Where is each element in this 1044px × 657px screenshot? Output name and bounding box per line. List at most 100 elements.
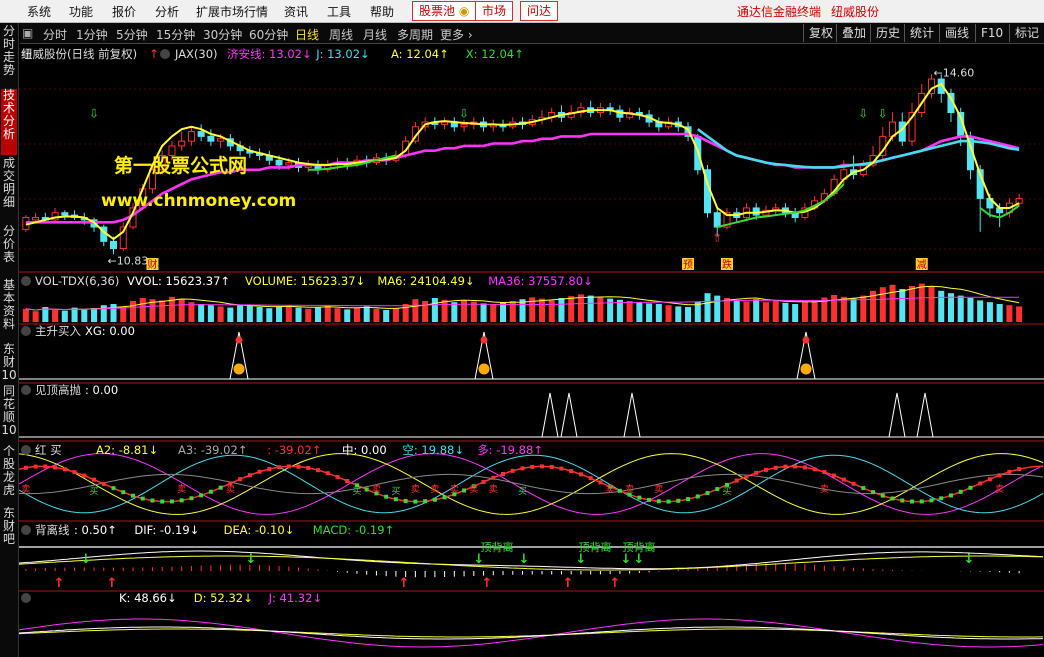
osc-dot [325,471,330,476]
period-more[interactable]: 更多 › [440,26,473,43]
btn-f10[interactable]: F10 [975,24,1008,42]
stock-pool-label: 股票池 [419,4,456,18]
volume-bar [237,304,244,322]
volume-bar [762,302,769,322]
volume-bar [850,298,857,322]
side-tab-ths10[interactable]: 同花顺10 [1,385,17,443]
osc-dot [247,473,252,478]
period-weekly[interactable]: 周线 [329,26,353,43]
osc-dot [423,499,428,504]
chevron-right-icon: › [467,28,473,42]
period-multi[interactable]: 多周期 [397,26,433,43]
top-spike [888,392,906,438]
main-indicator: JAX(30) [174,47,218,61]
top-spike [623,392,641,438]
period-intraday[interactable]: 分时 [43,26,67,43]
app-brand: 通达信金融终端 [737,5,822,19]
volume-bar [198,304,205,322]
volume-bar [353,307,360,322]
side-tab-technical[interactable]: 技术分析 [1,89,17,155]
osc-dot [82,473,87,478]
osc-dot [686,497,691,502]
menu-analysis[interactable]: 分析 [155,3,179,20]
volume-bar [480,303,487,322]
period-60min[interactable]: 60分钟 [249,26,288,43]
side-tab-eastmoney10[interactable]: 东财10 [1,343,17,383]
menu-tools[interactable]: 工具 [327,3,351,20]
menu-help[interactable]: 帮助 [370,3,394,20]
osc-dot [978,481,983,486]
wenda-button[interactable]: 问达 [520,1,559,21]
side-tab-trades[interactable]: 成交明细 [1,157,17,223]
side-tab-dragon-tiger[interactable]: 个股龙虎 [1,445,17,505]
btn-adjust[interactable]: 复权 [803,24,838,42]
event-label: 预 [683,259,693,271]
osc-dot [393,497,398,502]
period-monthly[interactable]: 月线 [363,26,387,43]
buy-flag-icon [478,363,490,375]
watermark: 第一股票公式网 www.chnmoney.com [101,154,296,211]
volume-bar [422,301,429,322]
osc-red-line [19,465,1043,503]
candle-body [61,212,69,216]
menu-extended-market[interactable]: 扩展市场行情 [196,3,268,20]
osc-dot [666,499,671,504]
event-label: 跌 [722,258,732,271]
osc-dot [783,464,788,469]
top-menu-icon [21,385,31,395]
chart-canvas[interactable]: ←14.60←10.83⇩ ⇩ ⇩ ⇩⇧财预跌减 卖买卖卖买卖买卖卖卖卖卖买卖卖卖买卖… [19,44,1044,657]
kdj-panel [19,618,1044,648]
main-legend-item: X: 12.04↑ [466,47,524,61]
macd-arrow-icon: ↑ [563,576,574,591]
side-tab-price-table[interactable]: 分价表 [1,225,17,277]
macd-arrow-icon: ↑ [399,576,410,591]
menu-system[interactable]: 系统 [27,3,51,20]
period-daily[interactable]: 日线 [295,26,319,43]
side-tab-fundamentals[interactable]: 基本资料 [1,279,17,341]
period-30min[interactable]: 30分钟 [203,26,242,43]
btn-draw[interactable]: 画线 [939,24,974,42]
osc-dot [539,464,544,469]
side-tab-forum[interactable]: 东财吧 [1,507,17,555]
stock-name-title: 纽威股份 [831,5,880,19]
volume-bar [753,299,760,322]
market-button[interactable]: 市场 [475,1,514,21]
event-label: 减 [917,259,927,271]
stock-pool-button[interactable]: 股票池 ◉ [412,1,477,21]
menu-quote[interactable]: 报价 [112,3,136,20]
btn-history[interactable]: 历史 [870,24,905,42]
btn-stats[interactable]: 统计 [904,24,939,42]
btn-overlay[interactable]: 叠加 [836,24,871,42]
menu-function[interactable]: 功能 [69,3,93,20]
osc-dot [384,494,389,499]
btn-mark[interactable]: 标记 [1009,24,1044,42]
osc-marker: 卖 [372,484,381,495]
osc-dot [578,472,583,477]
period-15min[interactable]: 15分钟 [156,26,195,43]
osc-dot [53,465,58,470]
osc-dot [841,477,846,482]
side-tab-intraday[interactable]: 分时走势 [1,25,17,87]
top-spike [541,392,559,438]
macd-arrow-icon: ↓ [964,552,975,567]
volume-bar [363,306,370,322]
side-tabs: 分时走势 技术分析 成交明细 分价表 基本资料 东财10 同花顺10 个股龙虎 … [0,23,19,657]
volume-bar [938,290,945,322]
watermark-url: www.chnmoney.com [101,191,296,211]
macd-arrow-icon: ↓ [519,552,530,567]
macd-panel: ↑↓↑↓↑↓↑↓↑↓↑↓ ↓ ↓顶背离 顶背离 顶背离 [19,540,1044,591]
volume-legend-item: VVOL: 15623.37↑ [127,274,230,288]
kdj-menu-icon [21,593,31,603]
volume-bar [139,298,146,322]
candle-body [217,138,225,142]
toolbar-toggle-icon[interactable]: ▣ [22,26,33,40]
period-1min[interactable]: 1分钟 [76,26,108,43]
period-5min[interactable]: 5分钟 [116,26,148,43]
divergence-label: 顶背离 [481,540,514,554]
menu-info[interactable]: 资讯 [284,3,308,20]
volume-bar [22,308,29,322]
top-legend-title: 见顶高抛 [35,383,81,397]
candle-body [197,131,205,137]
period-more-label: 更多 [440,28,465,42]
osc-dot [364,487,369,492]
